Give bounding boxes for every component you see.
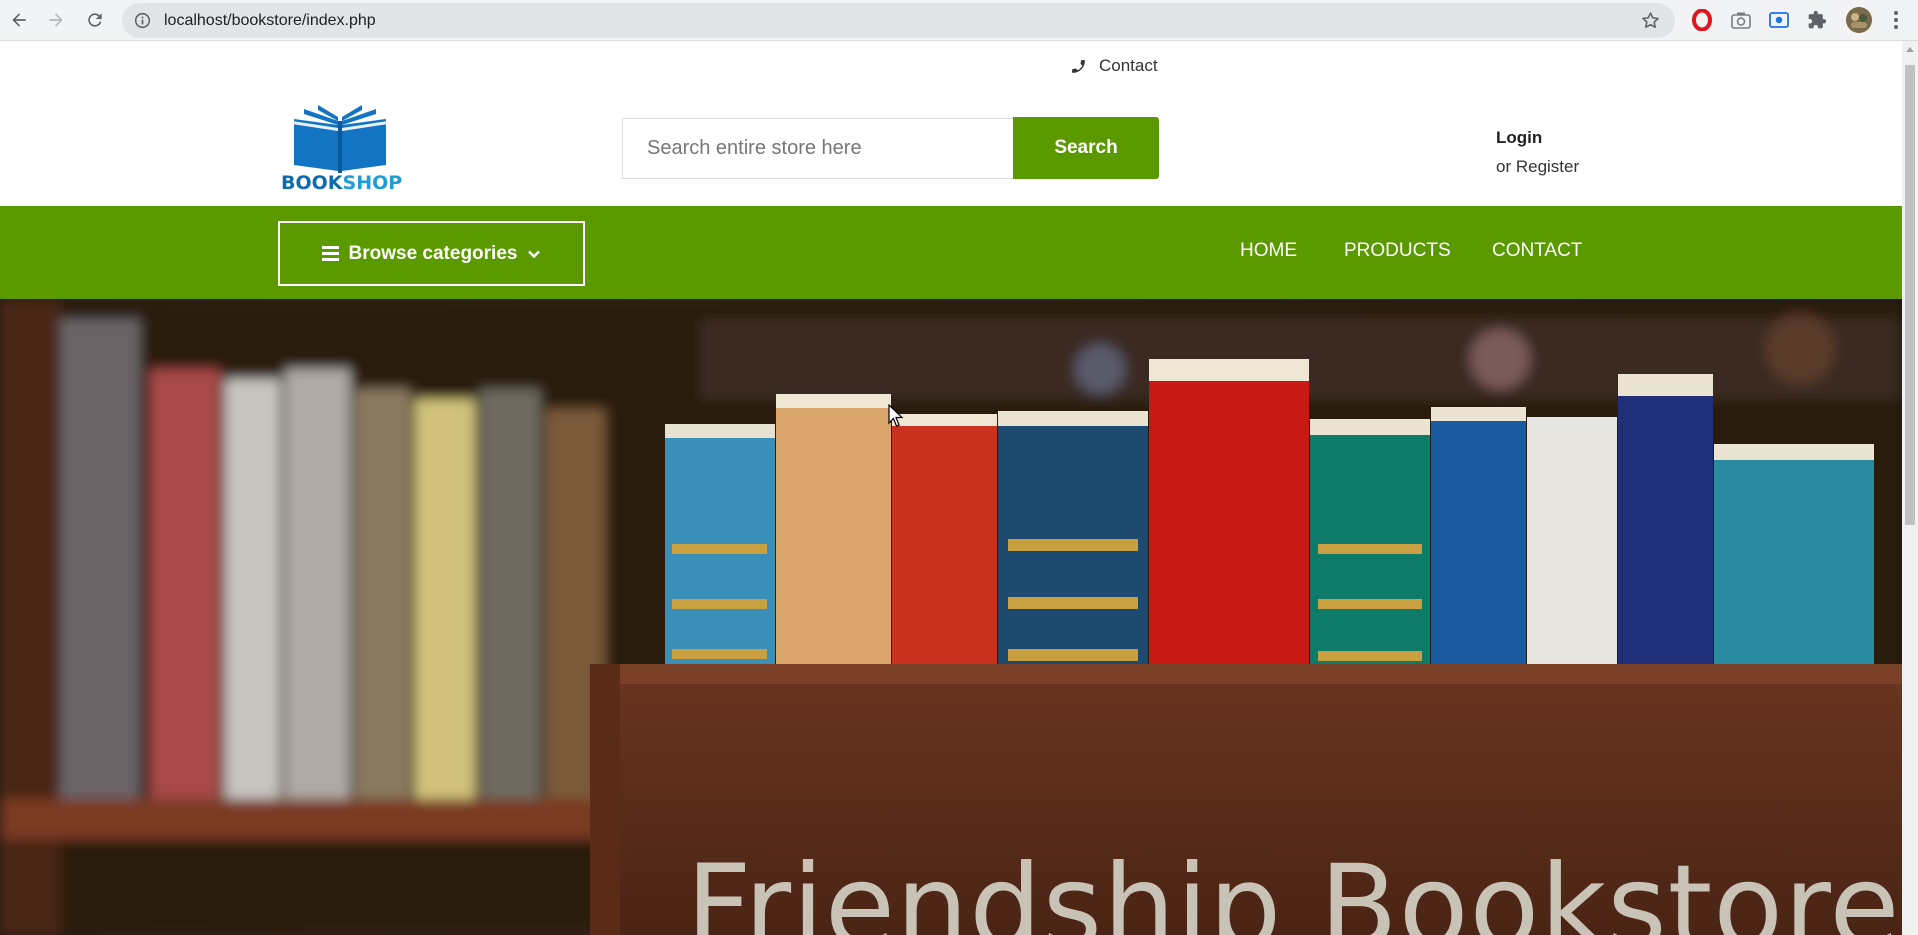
register-link[interactable]: or Register (1496, 152, 1579, 181)
opera-icon (1692, 9, 1712, 31)
extensions-button[interactable] (1805, 8, 1829, 32)
login-link[interactable]: Login (1496, 123, 1579, 152)
scrollbar-thumb[interactable] (1905, 65, 1915, 525)
chevron-down-icon (528, 250, 541, 258)
main-navbar: Browse categories HOME PRODUCTS CONTACT (0, 206, 1902, 299)
address-bar[interactable]: localhost/bookstore/index.php (122, 3, 1675, 38)
info-icon[interactable] (134, 12, 151, 29)
star-icon[interactable] (1640, 10, 1661, 31)
browse-categories-button[interactable]: Browse categories (278, 221, 585, 286)
browser-menu-button[interactable] (1884, 8, 1908, 32)
account-links: Login or Register (1496, 123, 1579, 181)
browser-chrome: localhost/bookstore/index.php (0, 0, 1918, 41)
page-scrollbar[interactable] (1902, 41, 1918, 935)
puzzle-icon (1808, 10, 1827, 29)
search-button[interactable]: Search (1013, 117, 1159, 179)
menu-item-products[interactable]: PRODUCTS (1344, 240, 1451, 262)
reload-icon (88, 13, 102, 27)
reload-button[interactable] (80, 6, 110, 34)
back-button[interactable] (4, 6, 34, 34)
profile-avatar-icon (1846, 7, 1872, 33)
search-form: Search (622, 117, 1159, 179)
logo-text-shop: SHOP (342, 172, 403, 194)
hero-banner: Friendship Bookstore (0, 299, 1902, 935)
menu-bars-icon (321, 246, 339, 261)
opera-extension[interactable] (1690, 8, 1714, 32)
web-page: Contact BOOKSHOP Search Login or Registe… (0, 41, 1902, 935)
screen-capture-icon (1769, 12, 1789, 28)
url-text[interactable]: localhost/bookstore/index.php (164, 12, 376, 30)
screen-capture-extension[interactable] (1767, 8, 1791, 32)
topbar-contact-link[interactable]: Contact (1070, 56, 1158, 76)
forward-icon (49, 13, 63, 27)
browse-categories-label: Browse categories (348, 242, 518, 264)
camera-icon (1731, 12, 1751, 29)
mouse-cursor-icon (888, 404, 904, 427)
topbar-contact-label: Contact (1099, 56, 1158, 75)
logo-text-book: BOOK (281, 172, 343, 194)
search-input[interactable] (622, 118, 1013, 179)
scroll-up-arrow[interactable] (1906, 47, 1914, 52)
forward-button[interactable] (41, 6, 71, 34)
phone-icon (1072, 59, 1085, 73)
hero-title: Friendship Bookstore (686, 840, 1901, 935)
camera-extension[interactable] (1729, 8, 1753, 32)
menu-item-contact[interactable]: CONTACT (1492, 240, 1582, 262)
profile-avatar[interactable] (1844, 5, 1874, 35)
back-icon (12, 13, 26, 27)
menu-item-home[interactable]: HOME (1240, 240, 1297, 262)
more-vert-icon (1894, 11, 1898, 29)
logo-wordmark[interactable]: BOOKSHOP (281, 172, 402, 194)
